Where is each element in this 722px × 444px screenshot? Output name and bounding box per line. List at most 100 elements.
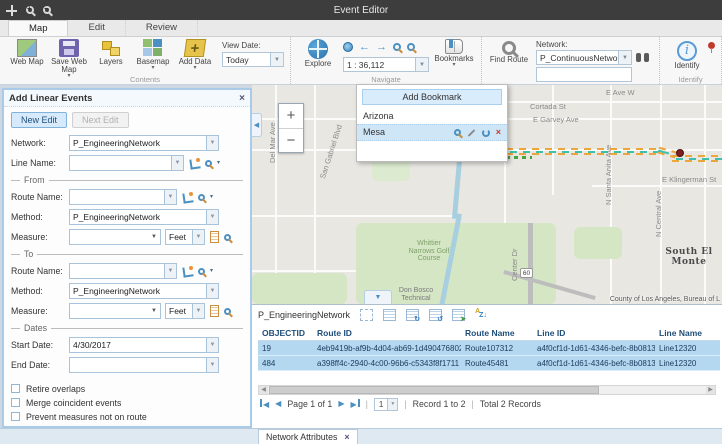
table-collapse-arrow[interactable]: ▼ — [364, 290, 392, 304]
chevron-down-icon[interactable]: ▼ — [148, 230, 160, 244]
to-method-select[interactable]: P_EngineeringNetwork ▼ — [69, 283, 219, 299]
bookmark-item-mesa[interactable]: Mesa × — [357, 124, 507, 141]
horizontal-scrollbar[interactable]: ◀ ▶ — [258, 385, 716, 395]
previous-extent-icon[interactable]: ← — [359, 42, 370, 52]
chevron-down-icon[interactable]: ▼ — [415, 58, 428, 71]
next-extent-icon[interactable]: → — [376, 42, 387, 52]
calendar-dropdown-icon[interactable]: ▼ — [206, 358, 218, 372]
column-header-route-id[interactable]: Route ID — [313, 328, 461, 338]
zoom-in-icon[interactable]: + — [26, 6, 34, 14]
measure-ruler-icon[interactable] — [210, 231, 219, 243]
chevron-down-icon[interactable]: ▼ — [206, 210, 218, 224]
find-route-button[interactable]: Find Route — [489, 39, 529, 64]
clear-selection-icon[interactable]: ↺ — [429, 309, 442, 321]
previous-page-icon[interactable]: ◀ — [275, 399, 281, 409]
column-header-objectid[interactable]: OBJECTID — [258, 328, 313, 338]
binoculars-icon[interactable] — [636, 53, 649, 62]
zoom-to-line-icon[interactable] — [205, 160, 212, 167]
chevron-down-icon[interactable]: ▼ — [387, 399, 397, 410]
edit-bookmark-icon[interactable] — [467, 129, 475, 137]
chevron-down-icon[interactable]: ▼ — [618, 51, 631, 64]
zoom-to-measure-icon[interactable] — [224, 234, 231, 241]
select-route-on-map-icon[interactable] — [182, 266, 193, 277]
zoom-to-route-icon[interactable] — [198, 268, 205, 275]
to-unit-select[interactable]: Feet ▼ — [165, 303, 205, 319]
prevent-measures-checkbox[interactable] — [11, 412, 20, 421]
chevron-down-icon[interactable]: ▼ — [171, 156, 183, 170]
bookmark-item-arizona[interactable]: Arizona — [357, 109, 507, 124]
next-page-icon[interactable]: ▶ — [338, 399, 344, 409]
refresh-bookmark-icon[interactable] — [482, 129, 490, 137]
explore-button[interactable]: Explore — [298, 39, 338, 68]
scrollbar-thumb[interactable] — [269, 386, 599, 394]
start-date-input[interactable]: 4/30/2017 ▼ — [69, 337, 219, 353]
identify-button[interactable]: Identify — [667, 41, 707, 70]
full-extent-icon[interactable] — [343, 42, 353, 52]
sort-icon[interactable] — [475, 309, 490, 321]
save-web-map-button[interactable]: Save Web Map ▾ — [49, 39, 89, 78]
chevron-down-icon[interactable]: ▼ — [164, 190, 176, 204]
network-select[interactable]: P_EngineeringNetwork ▼ — [69, 135, 219, 151]
chevron-down-icon[interactable]: ▼ — [192, 304, 204, 318]
chevron-down-icon[interactable]: ▼ — [270, 53, 283, 66]
chevron-down-icon[interactable]: ▾ — [210, 195, 213, 199]
tab-edit[interactable]: Edit — [68, 20, 125, 36]
chevron-down-icon[interactable]: ▼ — [164, 264, 176, 278]
from-unit-select[interactable]: Feet ▼ — [165, 229, 205, 245]
zoom-in-icon[interactable] — [393, 43, 401, 51]
network-select[interactable]: P_ContinuousNetwork ▼ — [536, 50, 632, 65]
from-method-select[interactable]: P_EngineeringNetwork ▼ — [69, 209, 219, 225]
zoom-out-icon[interactable]: − — [43, 6, 51, 14]
map-zoom-out-button[interactable]: − — [279, 128, 303, 152]
select-features-icon[interactable] — [360, 309, 373, 321]
zoom-to-bookmark-icon[interactable] — [454, 129, 461, 136]
chevron-down-icon[interactable]: ▾ — [210, 269, 213, 273]
last-page-icon[interactable]: ▶ — [350, 399, 359, 410]
add-bookmark-button[interactable]: Add Bookmark — [362, 89, 502, 105]
close-icon[interactable]: × — [344, 432, 349, 442]
to-route-name-select[interactable]: ▼ — [69, 263, 177, 279]
pan-icon[interactable] — [6, 5, 17, 16]
layers-button[interactable]: Layers — [91, 39, 131, 66]
chevron-down-icon[interactable]: ▾ — [217, 161, 220, 165]
zoom-to-measure-icon[interactable] — [224, 308, 231, 315]
view-date-select[interactable]: Today ▼ — [222, 52, 284, 67]
scroll-right-icon[interactable]: ▶ — [706, 386, 715, 394]
web-map-button[interactable]: Web Map — [7, 39, 47, 66]
table-row[interactable]: 484 a398ff4c-2940-4c00-96b6-c5343f8f1711… — [258, 356, 720, 371]
chevron-down-icon[interactable]: ▼ — [206, 284, 218, 298]
first-page-icon[interactable]: ◀ — [260, 399, 269, 410]
tab-network-attributes[interactable]: Network Attributes × — [258, 429, 358, 444]
chevron-down-icon[interactable]: ▼ — [192, 230, 204, 244]
map-zoom-in-button[interactable]: + — [279, 104, 303, 128]
retire-overlaps-checkbox[interactable] — [11, 384, 20, 393]
select-line-on-map-icon[interactable] — [189, 158, 200, 169]
merge-coincident-checkbox[interactable] — [11, 398, 20, 407]
scroll-left-icon[interactable]: ◀ — [259, 386, 268, 394]
route-search-input[interactable] — [536, 67, 632, 82]
chevron-down-icon[interactable]: ▼ — [206, 136, 218, 150]
table-row[interactable]: 19 4eb9419b-af9b-4d04-ab69-1d490476802b … — [258, 341, 720, 356]
tab-review[interactable]: Review — [126, 20, 198, 36]
zoom-out-icon[interactable] — [407, 43, 415, 51]
measure-ruler-icon[interactable] — [210, 305, 219, 317]
attribute-table-icon[interactable] — [383, 309, 396, 321]
next-edit-button[interactable]: Next Edit — [72, 112, 129, 128]
select-route-on-map-icon[interactable] — [182, 192, 193, 203]
delete-bookmark-icon[interactable]: × — [496, 128, 501, 137]
panel-collapse-arrow[interactable]: ◀ — [252, 113, 262, 137]
tab-map[interactable]: Map — [8, 20, 68, 36]
zoom-to-route-icon[interactable] — [198, 194, 205, 201]
pushpin-icon[interactable] — [708, 42, 715, 49]
scale-select[interactable]: 1 : 36,112 ▼ — [343, 57, 429, 72]
basemap-button[interactable]: Basemap ▾ — [133, 39, 173, 70]
column-header-line-id[interactable]: Line ID — [533, 328, 655, 338]
column-header-route-name[interactable]: Route Name — [461, 328, 533, 338]
new-edit-button[interactable]: New Edit — [11, 112, 67, 128]
add-data-button[interactable]: Add Data ▾ — [175, 39, 215, 70]
switch-selection-icon[interactable]: ↻ — [406, 309, 419, 321]
to-measure-input[interactable]: ▼ — [69, 303, 161, 319]
column-header-line-name[interactable]: Line Name — [655, 328, 720, 338]
calendar-dropdown-icon[interactable]: ▼ — [206, 338, 218, 352]
bookmarks-button[interactable]: Bookmarks ▾ — [434, 39, 474, 67]
